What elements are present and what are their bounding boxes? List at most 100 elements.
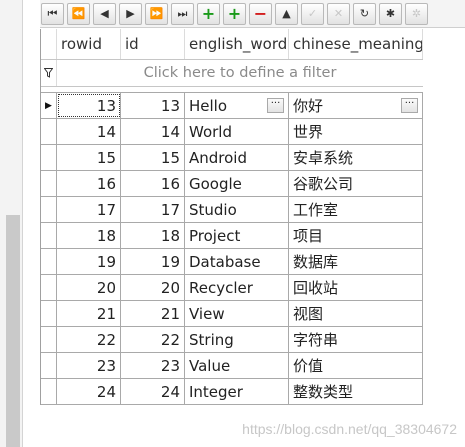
cell-chinese-meaning[interactable]: 视图: [289, 301, 423, 326]
cell-rowid[interactable]: 23: [57, 353, 121, 378]
table-row[interactable]: 16 16 Google 谷歌公司: [41, 171, 423, 197]
cell-chinese-meaning[interactable]: 字符串: [289, 327, 423, 352]
next-record-icon: ▶: [126, 7, 135, 20]
cell-english-word[interactable]: Hello ···: [185, 93, 289, 118]
cell-chinese-meaning[interactable]: 安卓系统: [289, 145, 423, 170]
cell-rowid[interactable]: 16: [57, 171, 121, 196]
prior-page-icon: ⏪: [71, 7, 86, 20]
last-record-button[interactable]: ⏭: [171, 2, 194, 25]
cell-english-word[interactable]: Google: [185, 171, 289, 196]
column-header-id[interactable]: id: [121, 29, 185, 59]
table-row[interactable]: 23 23 Value 价值: [41, 353, 423, 379]
next-record-button[interactable]: ▶: [119, 2, 142, 25]
cell-english-word[interactable]: Studio: [185, 197, 289, 222]
row-indicator: [41, 275, 57, 300]
table-row[interactable]: 14 14 World 世界: [41, 119, 423, 145]
table-row[interactable]: 15 15 Android 安卓系统: [41, 145, 423, 171]
table-row[interactable]: 17 17 Studio 工作室: [41, 197, 423, 223]
cell-id[interactable]: 21: [121, 301, 185, 326]
cell-rowid[interactable]: 19: [57, 249, 121, 274]
cell-english-word[interactable]: Recycler: [185, 275, 289, 300]
insert-record-button[interactable]: +: [197, 2, 220, 25]
table-row[interactable]: 20 20 Recycler 回收站: [41, 275, 423, 301]
apply-filter-button[interactable]: ✱: [379, 2, 402, 25]
row-indicator: [41, 379, 57, 404]
cell-english-word[interactable]: Integer: [185, 379, 289, 404]
cell-english-word[interactable]: String: [185, 327, 289, 352]
cell-chinese-meaning[interactable]: 数据库: [289, 249, 423, 274]
delete-record-button[interactable]: −: [249, 2, 272, 25]
cell-rowid[interactable]: 13: [57, 93, 121, 118]
table-row[interactable]: 21 21 View 视图: [41, 301, 423, 327]
next-page-button[interactable]: ⏩: [145, 2, 168, 25]
ellipsis-button[interactable]: ···: [401, 98, 418, 113]
insert-record-plus-button[interactable]: +: [223, 2, 246, 25]
cell-chinese-meaning[interactable]: 项目: [289, 223, 423, 248]
cell-english-word[interactable]: View: [185, 301, 289, 326]
table-row[interactable]: ▶ 13 13 Hello ··· 你好 ···: [41, 93, 423, 119]
prior-page-button[interactable]: ⏪: [67, 2, 90, 25]
cell-english-word[interactable]: Value: [185, 353, 289, 378]
cell-id[interactable]: 22: [121, 327, 185, 352]
cell-rowid[interactable]: 18: [57, 223, 121, 248]
grid-body: ▶ 13 13 Hello ··· 你好 ··· 14 14 World 世界 …: [41, 92, 423, 405]
funnel-icon: [41, 60, 57, 86]
cell-chinese-meaning[interactable]: 你好 ···: [289, 93, 423, 118]
table-row[interactable]: 22 22 String 字符串: [41, 327, 423, 353]
cell-id[interactable]: 13: [121, 93, 185, 118]
cell-chinese-meaning[interactable]: 价值: [289, 353, 423, 378]
cell-chinese-meaning[interactable]: 工作室: [289, 197, 423, 222]
cell-chinese-meaning[interactable]: 整数类型: [289, 379, 423, 404]
cell-id[interactable]: 15: [121, 145, 185, 170]
last-record-icon: ⏭: [177, 7, 188, 20]
cell-id[interactable]: 18: [121, 223, 185, 248]
cell-rowid[interactable]: 15: [57, 145, 121, 170]
data-grid: rowid id english_word chinese_meaning Cl…: [40, 29, 423, 405]
cell-chinese-meaning[interactable]: 谷歌公司: [289, 171, 423, 196]
cell-id[interactable]: 23: [121, 353, 185, 378]
cell-id[interactable]: 24: [121, 379, 185, 404]
refresh-button[interactable]: ↻: [353, 2, 376, 25]
column-header-rowid[interactable]: rowid: [57, 29, 121, 59]
clear-filter-button[interactable]: ✲: [405, 2, 428, 25]
prior-record-button[interactable]: ◀: [93, 2, 116, 25]
row-indicator: [41, 119, 57, 144]
cell-id[interactable]: 16: [121, 171, 185, 196]
first-record-button[interactable]: ⏮: [41, 2, 64, 25]
cell-id[interactable]: 19: [121, 249, 185, 274]
cell-chinese-meaning[interactable]: 世界: [289, 119, 423, 144]
grid-header: rowid id english_word chinese_meaning: [41, 29, 423, 60]
cell-id[interactable]: 20: [121, 275, 185, 300]
cell-chinese-meaning[interactable]: 回收站: [289, 275, 423, 300]
left-panel-strip: [0, 0, 23, 447]
cell-rowid[interactable]: 24: [57, 379, 121, 404]
column-header-english-word[interactable]: english_word: [185, 29, 289, 59]
cell-english-word[interactable]: Database: [185, 249, 289, 274]
triangle-up-icon: ▲: [282, 7, 291, 20]
cell-rowid[interactable]: 17: [57, 197, 121, 222]
plus-small-icon: +: [227, 3, 242, 23]
edit-record-button[interactable]: ▲: [275, 2, 298, 25]
cell-rowid[interactable]: 20: [57, 275, 121, 300]
cell-rowid[interactable]: 22: [57, 327, 121, 352]
table-row[interactable]: 24 24 Integer 整数类型: [41, 379, 423, 405]
filter-row[interactable]: Click here to define a filter: [41, 60, 423, 87]
cancel-edit-button[interactable]: ✕: [327, 2, 350, 25]
table-row[interactable]: 18 18 Project 项目: [41, 223, 423, 249]
cell-rowid[interactable]: 21: [57, 301, 121, 326]
next-page-icon: ⏩: [149, 7, 164, 20]
cell-english-word[interactable]: World: [185, 119, 289, 144]
filter-placeholder[interactable]: Click here to define a filter: [57, 60, 423, 86]
ellipsis-button[interactable]: ···: [267, 98, 284, 113]
table-row[interactable]: 19 19 Database 数据库: [41, 249, 423, 275]
post-edit-button[interactable]: ✓: [301, 2, 324, 25]
cell-id[interactable]: 14: [121, 119, 185, 144]
cell-rowid[interactable]: 14: [57, 119, 121, 144]
column-header-chinese-meaning[interactable]: chinese_meaning: [289, 29, 423, 59]
cell-english-word[interactable]: Android: [185, 145, 289, 170]
cell-english-word[interactable]: Project: [185, 223, 289, 248]
cell-id[interactable]: 17: [121, 197, 185, 222]
row-indicator: [41, 249, 57, 274]
watermark-text: https://blog.csdn.net/qq_38304672: [242, 421, 457, 437]
left-panel-scroll-thumb[interactable]: [6, 215, 20, 447]
